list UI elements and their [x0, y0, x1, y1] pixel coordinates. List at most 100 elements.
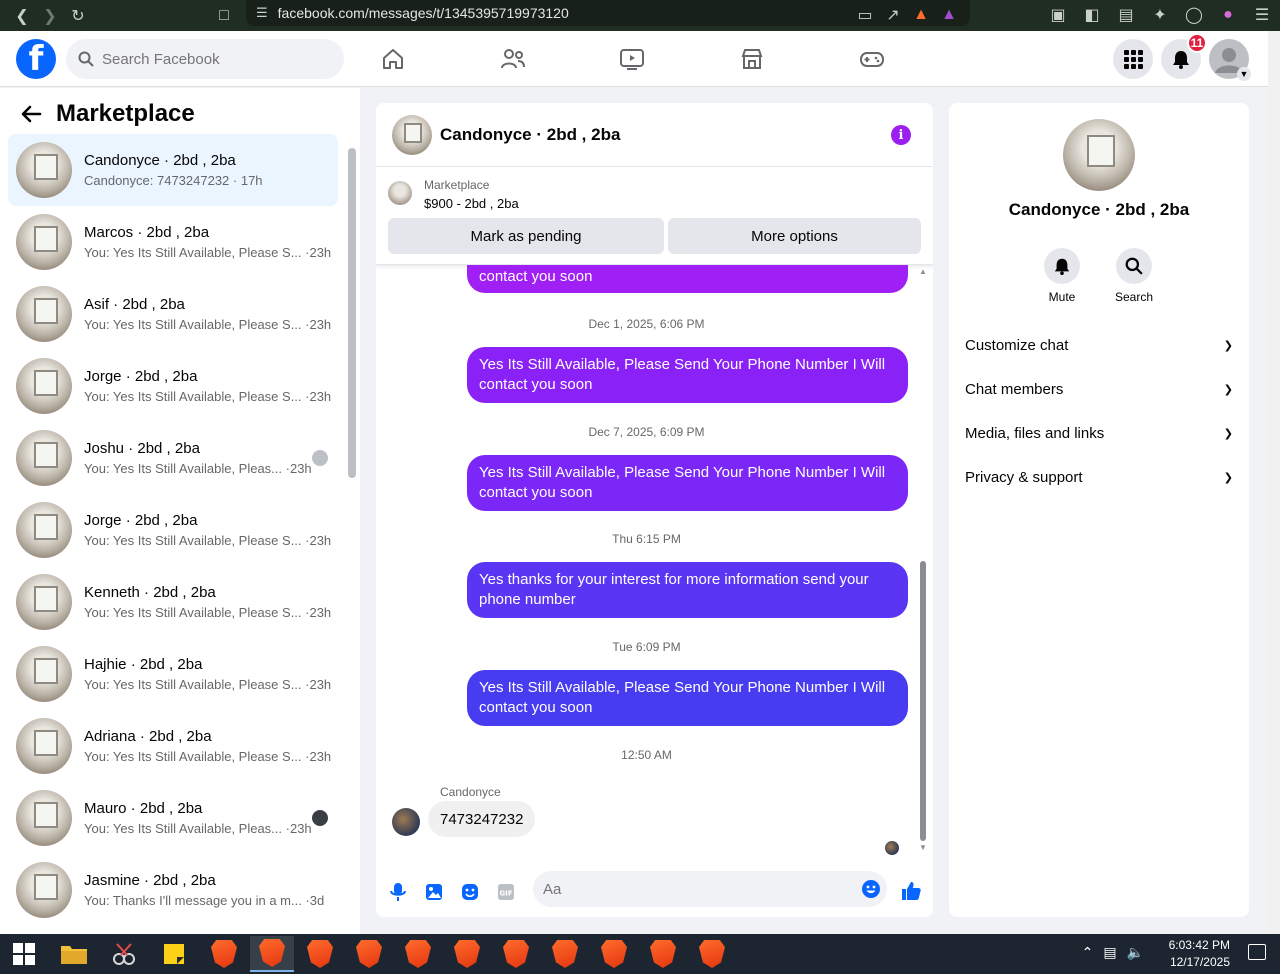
chat-avatar[interactable] — [392, 114, 432, 155]
friends-icon[interactable] — [497, 43, 529, 75]
system-tray: ⌃ ▤ 🔈 — [1082, 944, 1144, 961]
chat-title[interactable]: Candonyce · 2bd , 2ba — [440, 125, 620, 145]
customize-chat-section[interactable]: Customize chat ❯ — [965, 327, 1233, 363]
reader-icon[interactable]: ▣ — [1044, 3, 1072, 27]
like-thumbs-up-icon[interactable] — [900, 880, 922, 902]
brave-browser-icon[interactable] — [202, 936, 246, 972]
gaming-icon[interactable] — [856, 43, 888, 75]
search-input[interactable] — [102, 50, 322, 68]
photo-icon[interactable] — [424, 882, 444, 902]
network-icon[interactable]: ▤ — [1103, 944, 1116, 961]
sidebar-icon[interactable]: ◧ — [1078, 3, 1106, 27]
share-icon[interactable]: ↗ — [882, 3, 904, 27]
brave-browser-icon[interactable] — [641, 936, 685, 972]
sidebar-scrollbar[interactable] — [348, 148, 356, 478]
brave-rewards-icon[interactable]: ▲ — [938, 3, 960, 27]
snipping-tool-icon[interactable] — [102, 936, 146, 972]
conversation-item[interactable]: Candonyce · 2bd , 2ba Candonyce: 74732472… — [8, 134, 338, 206]
conversation-item[interactable]: Marcos · 2bd , 2ba You: Yes Its Still Ava… — [8, 206, 338, 278]
contact-avatar[interactable] — [1063, 119, 1135, 191]
search-in-conversation-button[interactable]: Search — [1104, 248, 1164, 304]
address-bar[interactable]: ☰ facebook.com/messages/t/13453957199731… — [246, 0, 970, 26]
brave-browser-icon[interactable] — [250, 936, 294, 972]
microphone-icon[interactable] — [388, 882, 408, 902]
conversation-item[interactable]: Asif · 2bd , 2ba You: Yes Its Still Avail… — [8, 278, 338, 350]
scroll-up-arrow-icon[interactable]: ▲ — [919, 267, 927, 276]
notification-center-icon[interactable] — [1248, 944, 1266, 960]
message-input-box[interactable] — [533, 871, 887, 907]
url-text[interactable]: facebook.com/messages/t/1345395719973120 — [278, 5, 569, 21]
site-settings-icon[interactable]: ☰ — [256, 5, 268, 21]
apps-menu-button[interactable] — [1113, 39, 1153, 79]
page-scrollbar[interactable] — [1268, 31, 1280, 934]
gif-icon[interactable]: GIF — [496, 882, 516, 902]
scroll-down-arrow-icon[interactable]: ▼ — [919, 843, 927, 852]
brave-browser-icon[interactable] — [347, 936, 391, 972]
seen-avatar-icon — [312, 450, 328, 466]
vpn-icon[interactable]: ◯ — [1180, 3, 1208, 27]
conversation-item[interactable]: Adriana · 2bd , 2ba You: Yes Its Still Av… — [8, 710, 338, 782]
marketplace-icon[interactable] — [736, 43, 768, 75]
received-message-bubble[interactable]: 7473247232 — [428, 801, 536, 837]
brave-browser-icon[interactable] — [396, 936, 440, 972]
back-arrow-icon[interactable] — [20, 103, 42, 125]
brave-browser-icon[interactable] — [445, 936, 489, 972]
search-bar[interactable] — [66, 39, 344, 79]
mark-as-pending-button[interactable]: Mark as pending — [388, 218, 664, 254]
conversation-item[interactable]: Jorge · 2bd , 2ba You: Yes Its Still Avai… — [8, 494, 338, 566]
conversation-item[interactable]: Kenneth · 2bd , 2ba You: Yes Its Still Av… — [8, 566, 338, 638]
sent-message-bubble[interactable]: Yes Its Still Available, Please Send You… — [467, 455, 908, 511]
reload-icon[interactable]: ↻ — [64, 4, 92, 28]
notifications-button[interactable]: 11 — [1161, 33, 1207, 79]
search-icon — [78, 51, 94, 67]
emoji-icon[interactable] — [861, 879, 881, 899]
conversation-item[interactable]: Mauro · 2bd , 2ba You: Yes Its Still Avai… — [8, 782, 338, 854]
brave-browser-icon[interactable] — [543, 936, 587, 972]
system-clock[interactable]: 6:03:42 PM 12/17/2025 — [1169, 937, 1230, 971]
menu-icon[interactable]: ☰ — [1248, 3, 1276, 27]
volume-icon[interactable]: 🔈 — [1127, 944, 1144, 961]
sticker-icon[interactable] — [460, 882, 480, 902]
back-icon[interactable]: ❮ — [8, 4, 36, 28]
sent-message-bubble[interactable]: contact you soon — [467, 265, 908, 293]
bookmark-icon[interactable]: □ — [210, 4, 238, 28]
conversation-item[interactable]: Joshu · 2bd , 2ba You: Yes Its Still Avai… — [8, 422, 338, 494]
video-icon[interactable] — [616, 43, 648, 75]
message-input[interactable] — [543, 880, 843, 898]
chevron-down-icon: ❯ — [1223, 339, 1233, 352]
privacy-support-section[interactable]: Privacy & support ❯ — [965, 459, 1233, 495]
show-hidden-icons-icon[interactable]: ⌃ — [1082, 944, 1094, 961]
more-options-button[interactable]: More options — [668, 218, 921, 254]
account-button[interactable]: ▼ — [1209, 39, 1251, 81]
sender-name: Candonyce — [440, 785, 501, 799]
wallet-icon[interactable]: ▤ — [1112, 3, 1140, 27]
cast-icon[interactable]: ▭ — [854, 3, 876, 27]
brave-browser-icon[interactable] — [592, 936, 636, 972]
listing-thumbnail[interactable] — [388, 181, 412, 205]
sent-message-bubble[interactable]: Yes thanks for your interest for more in… — [467, 562, 908, 618]
conversation-item[interactable]: Jorge · 2bd , 2ba You: Yes Its Still Avai… — [8, 350, 338, 422]
sent-message-bubble[interactable]: Yes Its Still Available, Please Send You… — [467, 347, 908, 403]
brave-browser-icon[interactable] — [690, 936, 734, 972]
conversation-item[interactable]: Jasmine · 2bd , 2ba You: Thanks I'll mess… — [8, 854, 338, 926]
windows-start-icon[interactable] — [2, 936, 46, 972]
chat-scrollbar-thumb[interactable] — [920, 561, 926, 841]
chat-members-section[interactable]: Chat members ❯ — [965, 371, 1233, 407]
media-files-links-section[interactable]: Media, files and links ❯ — [965, 415, 1233, 451]
leo-ai-icon[interactable]: ✦ — [1146, 3, 1174, 27]
forward-icon[interactable]: ❯ — [36, 4, 64, 28]
profile-orb-icon[interactable]: ● — [1214, 3, 1242, 27]
brave-browser-icon[interactable] — [298, 936, 342, 972]
brave-shields-icon[interactable]: ▲ — [910, 3, 932, 27]
listing-price[interactable]: $900 - 2bd , 2ba — [424, 196, 519, 211]
sticky-notes-icon[interactable] — [152, 936, 196, 972]
info-icon[interactable]: i — [891, 125, 911, 145]
facebook-logo-icon[interactable]: f — [16, 39, 56, 79]
conversation-item[interactable]: Hajhie · 2bd , 2ba You: Yes Its Still Ava… — [8, 638, 338, 710]
sender-avatar[interactable] — [392, 808, 420, 836]
mute-button[interactable]: Mute — [1032, 248, 1092, 304]
sent-message-bubble[interactable]: Yes Its Still Available, Please Send You… — [467, 670, 908, 726]
file-explorer-icon[interactable] — [52, 936, 96, 972]
home-icon[interactable] — [377, 43, 409, 75]
brave-browser-icon[interactable] — [494, 936, 538, 972]
